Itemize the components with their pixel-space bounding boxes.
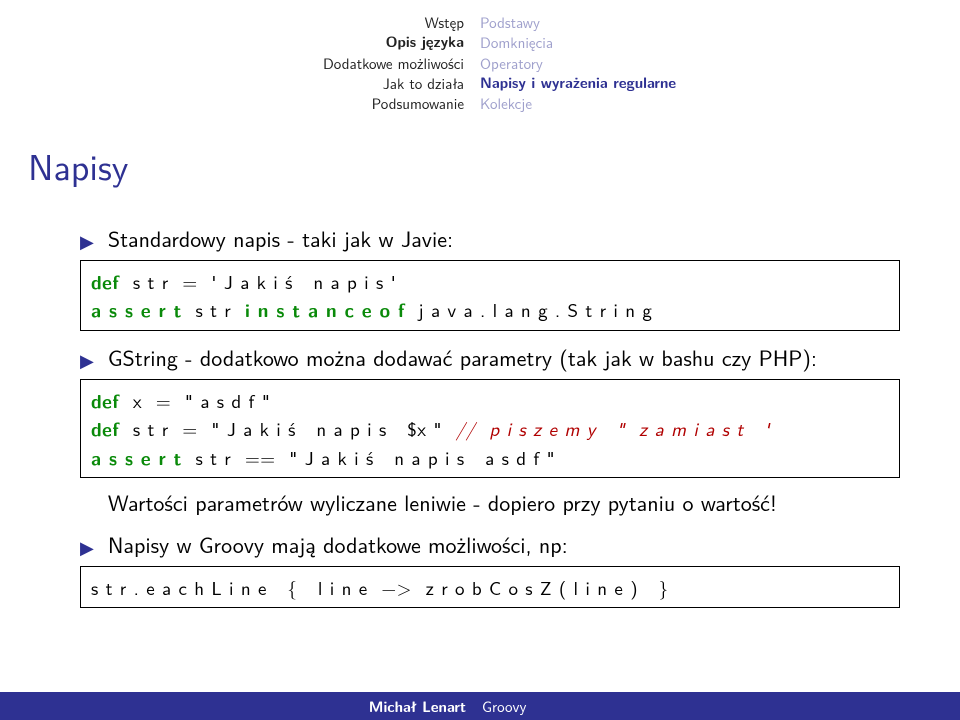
code-keyword: a s s e r t	[91, 295, 182, 323]
code-text: j a v a . l a n g . S t r i n g	[405, 295, 653, 323]
nav-item: Jak to działa	[0, 73, 464, 93]
code-text: s t r = " J a k i ś n a p i s $x "	[119, 414, 456, 442]
bullet-text: Standardowy napis - taki jak w Javie:	[108, 224, 900, 254]
slide-footer: Michał Lenart Groovy	[0, 692, 960, 720]
bullet-text: Wartości parametrów wyliczane leniwie - …	[108, 488, 900, 518]
code-keyword: i n s t a n c e o f	[245, 295, 405, 323]
footer-topic: Groovy	[480, 695, 960, 717]
subnav-item-active: Napisy i wyrażenia regularne	[480, 73, 960, 93]
code-comment: // p i s z e m y " z a m i a s t '	[456, 414, 770, 442]
code-text: s t r == " J a k i ś n a p i s a s d f "	[182, 443, 555, 471]
code-text: s t r = ' J a k i ś n a p i s '	[119, 267, 396, 295]
header-sections-left: Wstęp Opis języka Dodatkowe możliwości J…	[0, 12, 480, 113]
nav-item: Dodatkowe możliwości	[0, 53, 464, 73]
slide-title: Napisy	[0, 117, 960, 202]
bullet-item: ▶ Napisy w Groovy mają dodatkowe możliwo…	[80, 530, 900, 560]
bullet-text: Napisy w Groovy mają dodatkowe możliwośc…	[108, 530, 900, 560]
bullet-icon: ▶	[80, 535, 94, 559]
bullet-icon: ▶	[80, 229, 94, 253]
code-text: s t r	[182, 295, 245, 323]
subnav-item: Operatory	[480, 53, 960, 73]
bullet-icon: ▶	[80, 348, 94, 372]
code-keyword: def	[91, 267, 119, 295]
code-block-3: s t r . e a c h L i n e { l i n e −> z r…	[80, 566, 900, 609]
code-block-1: def s t r = ' J a k i ś n a p i s ' a s …	[80, 260, 900, 331]
subnav-item: Kolekcje	[480, 93, 960, 113]
header-subsections-right: Podstawy Domknięcia Operatory Napisy i w…	[480, 12, 960, 113]
footer-author: Michał Lenart	[0, 696, 480, 717]
nav-item: Podsumowanie	[0, 93, 464, 113]
code-keyword: def	[91, 386, 119, 414]
bullet-item: ▶ GString - dodatkowo można dodawać para…	[80, 343, 900, 373]
code-text: x = " a s d f "	[119, 386, 270, 414]
bullet-item: ▶ Standardowy napis - taki jak w Javie:	[80, 224, 900, 254]
slide-content: ▶ Standardowy napis - taki jak w Javie: …	[0, 202, 960, 608]
bullet-item: ▶ Wartości parametrów wyliczane leniwie …	[80, 488, 900, 518]
slide-header: Wstęp Opis języka Dodatkowe możliwości J…	[0, 0, 960, 117]
subnav-item: Domknięcia	[480, 32, 960, 52]
bullet-text: GString - dodatkowo można dodawać parame…	[108, 343, 900, 373]
code-block-2: def x = " a s d f " def s t r = " J a k …	[80, 379, 900, 479]
subnav-item: Podstawy	[480, 12, 960, 32]
code-keyword: a s s e r t	[91, 443, 182, 471]
code-keyword: def	[91, 414, 119, 442]
nav-item-active: Opis języka	[0, 32, 464, 52]
nav-item: Wstęp	[0, 12, 464, 32]
code-text: s t r . e a c h L i n e { l i n e −> z r…	[91, 573, 669, 601]
